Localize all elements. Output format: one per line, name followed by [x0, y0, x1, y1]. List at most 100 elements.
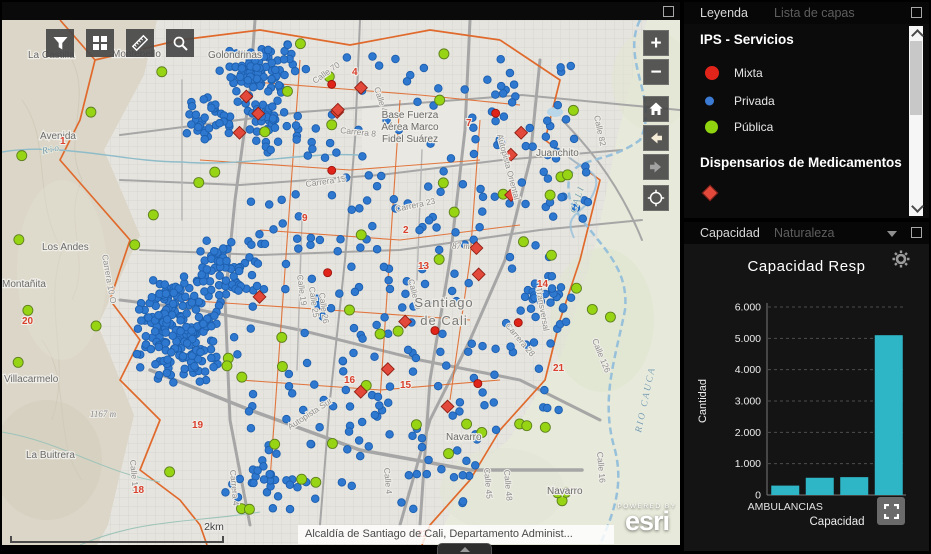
marker-privada[interactable]	[307, 440, 315, 448]
marker-privada[interactable]	[309, 145, 317, 153]
marker-privada[interactable]	[162, 290, 170, 298]
marker-privada[interactable]	[464, 348, 472, 356]
marker-publica[interactable]	[311, 477, 321, 487]
marker-privada[interactable]	[508, 265, 516, 273]
marker-publica[interactable]	[222, 361, 232, 371]
marker-publica[interactable]	[327, 438, 337, 448]
marker-privada[interactable]	[163, 369, 171, 377]
marker-publica[interactable]	[518, 237, 528, 247]
marker-privada[interactable]	[183, 339, 191, 347]
expand-chart-button[interactable]	[877, 497, 905, 525]
marker-privada[interactable]	[210, 247, 218, 255]
marker-privada[interactable]	[416, 226, 424, 234]
marker-privada[interactable]	[147, 345, 155, 353]
marker-privada[interactable]	[452, 229, 460, 237]
marker-privada[interactable]	[177, 327, 185, 335]
marker-privada[interactable]	[161, 281, 169, 289]
marker-privada[interactable]	[303, 359, 311, 367]
marker-privada[interactable]	[264, 88, 272, 96]
marker-privada[interactable]	[468, 340, 476, 348]
marker-privada[interactable]	[192, 111, 200, 119]
marker-privada[interactable]	[142, 332, 150, 340]
basemap[interactable]: Calle 70Calle 45Carrera 8Calle 82Autopis…	[2, 20, 680, 545]
marker-privada[interactable]	[448, 287, 456, 295]
marker-publica[interactable]	[563, 170, 573, 180]
marker-privada[interactable]	[471, 462, 479, 470]
marker-privada[interactable]	[492, 91, 500, 99]
marker-privada[interactable]	[254, 467, 262, 475]
marker-publica[interactable]	[86, 107, 96, 117]
marker-privada[interactable]	[527, 305, 535, 313]
marker-privada[interactable]	[137, 317, 145, 325]
marker-privada[interactable]	[265, 201, 273, 209]
marker-privada[interactable]	[363, 197, 371, 205]
marker-privada[interactable]	[381, 314, 389, 322]
marker-privada[interactable]	[478, 208, 486, 216]
marker-privada[interactable]	[424, 183, 432, 191]
marker-privada[interactable]	[425, 456, 433, 464]
marker-privada[interactable]	[205, 125, 213, 133]
marker-publica[interactable]	[375, 329, 385, 339]
marker-privada[interactable]	[548, 285, 556, 293]
marker-privada[interactable]	[256, 230, 264, 238]
marker-privada[interactable]	[269, 505, 277, 513]
marker-privada[interactable]	[413, 470, 421, 478]
marker-privada[interactable]	[266, 470, 274, 478]
marker-privada[interactable]	[302, 65, 310, 73]
marker-privada[interactable]	[517, 307, 525, 315]
marker-privada[interactable]	[433, 224, 441, 232]
marker-privada[interactable]	[197, 348, 205, 356]
marker-privada[interactable]	[201, 114, 209, 122]
marker-privada[interactable]	[373, 245, 381, 253]
marker-publica[interactable]	[356, 230, 366, 240]
marker-privada[interactable]	[543, 117, 551, 125]
marker-privada[interactable]	[339, 357, 347, 365]
marker-privada[interactable]	[373, 182, 381, 190]
marker-privada[interactable]	[179, 352, 187, 360]
marker-privada[interactable]	[453, 447, 461, 455]
marker-privada[interactable]	[200, 96, 208, 104]
marker-privada[interactable]	[532, 313, 540, 321]
marker-privada[interactable]	[435, 246, 443, 254]
marker-privada[interactable]	[219, 245, 227, 253]
marker-privada[interactable]	[540, 168, 548, 176]
marker-privada[interactable]	[235, 287, 243, 295]
marker-privada[interactable]	[386, 431, 394, 439]
bar-serie-3[interactable]	[840, 477, 868, 495]
marker-publica[interactable]	[14, 235, 24, 245]
marker-privada[interactable]	[274, 138, 282, 146]
marker-privada[interactable]	[418, 434, 426, 442]
marker-mixta[interactable]	[492, 109, 500, 117]
marker-privada[interactable]	[418, 443, 426, 451]
marker-privada[interactable]	[249, 390, 257, 398]
marker-publica[interactable]	[449, 207, 459, 217]
marker-privada[interactable]	[182, 293, 190, 301]
marker-privada[interactable]	[225, 129, 233, 137]
marker-privada[interactable]	[409, 432, 417, 440]
bar-serie-4[interactable]	[875, 335, 903, 495]
marker-privada[interactable]	[307, 241, 315, 249]
marker-publica[interactable]	[522, 421, 532, 431]
marker-publica[interactable]	[23, 305, 33, 315]
marker-privada[interactable]	[246, 126, 254, 134]
marker-privada[interactable]	[392, 55, 400, 63]
marker-privada[interactable]	[384, 399, 392, 407]
marker-privada[interactable]	[342, 386, 350, 394]
marker-privada[interactable]	[380, 263, 388, 271]
marker-privada[interactable]	[269, 103, 277, 111]
marker-privada[interactable]	[211, 312, 219, 320]
marker-privada[interactable]	[348, 482, 356, 490]
marker-privada[interactable]	[479, 342, 487, 350]
marker-publica[interactable]	[439, 49, 449, 59]
marker-privada[interactable]	[183, 310, 191, 318]
marker-privada[interactable]	[248, 241, 256, 249]
marker-privada[interactable]	[497, 55, 505, 63]
marker-privada[interactable]	[203, 266, 211, 274]
marker-privada[interactable]	[162, 329, 170, 337]
marker-publica[interactable]	[393, 326, 403, 336]
marker-privada[interactable]	[492, 345, 500, 353]
marker-publica[interactable]	[546, 250, 556, 260]
marker-privada[interactable]	[409, 368, 417, 376]
marker-privada[interactable]	[348, 206, 356, 214]
marker-privada[interactable]	[268, 75, 276, 83]
